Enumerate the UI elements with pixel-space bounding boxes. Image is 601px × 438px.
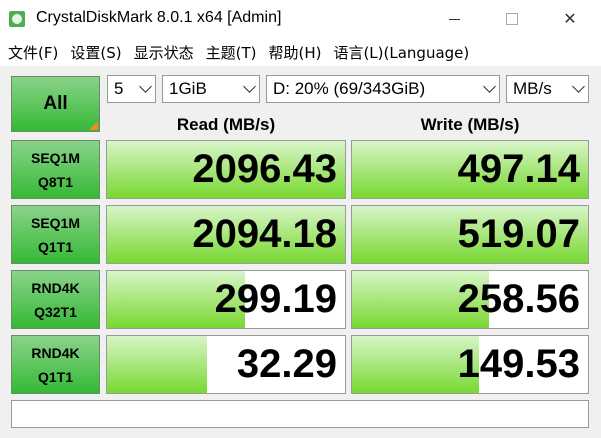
read-bar bbox=[107, 336, 207, 393]
all-button[interactable]: All bbox=[11, 76, 100, 132]
read-result-rnd4k-q1t1: 32.29 bbox=[106, 335, 346, 394]
read-header: Read (MB/s) bbox=[176, 115, 276, 134]
title-bar: CrystalDiskMark 8.0.1 x64 [Admin] ✕ bbox=[0, 0, 601, 38]
close-button[interactable]: ✕ bbox=[547, 0, 593, 38]
menu-display[interactable]: 显示状态 bbox=[130, 42, 198, 63]
chevron-down-icon bbox=[483, 80, 496, 93]
chevron-down-icon bbox=[243, 80, 256, 93]
menu-settings[interactable]: 设置(S) bbox=[66, 42, 125, 63]
read-value: 2096.43 bbox=[192, 147, 337, 191]
write-value: 258.56 bbox=[457, 277, 580, 321]
test-name-line2: Q1T1 bbox=[37, 238, 73, 255]
test-button-rnd4k-q32t1[interactable]: RND4K Q32T1 bbox=[11, 270, 100, 329]
app-icon bbox=[9, 11, 25, 27]
menu-file[interactable]: 文件(F) bbox=[4, 42, 62, 63]
read-result-seq1m-q8t1: 2096.43 bbox=[106, 140, 346, 199]
minimize-button[interactable] bbox=[431, 0, 477, 38]
chevron-down-icon bbox=[139, 80, 152, 93]
test-name-line2: Q8T1 bbox=[37, 173, 73, 190]
write-result-rnd4k-q32t1: 258.56 bbox=[351, 270, 589, 329]
read-value: 32.29 bbox=[236, 342, 337, 386]
maximize-button[interactable] bbox=[489, 0, 535, 38]
corner-marker-icon bbox=[89, 121, 98, 130]
menu-language[interactable]: 语言(L)(Language) bbox=[329, 42, 473, 63]
test-name-line1: RND4K bbox=[31, 279, 80, 296]
comment-input[interactable] bbox=[11, 400, 589, 428]
test-name-line1: SEQ1M bbox=[30, 149, 80, 166]
close-icon: ✕ bbox=[563, 11, 577, 28]
menu-help[interactable]: 帮助(H) bbox=[264, 42, 325, 63]
maximize-icon bbox=[506, 13, 518, 25]
menu-theme[interactable]: 主题(T) bbox=[202, 42, 261, 63]
test-button-rnd4k-q1t1[interactable]: RND4K Q1T1 bbox=[11, 335, 100, 394]
write-result-seq1m-q8t1: 497.14 bbox=[351, 140, 589, 199]
drive-select[interactable]: D: 20% (69/343GiB) bbox=[266, 75, 500, 103]
test-name-line2: Q1T1 bbox=[37, 368, 73, 385]
drive-select-value: D: 20% (69/343GiB) bbox=[273, 79, 426, 98]
test-button-seq1m-q1t1[interactable]: SEQ1M Q1T1 bbox=[11, 205, 100, 264]
write-header: Write (MB/s) bbox=[420, 115, 520, 134]
read-value: 299.19 bbox=[214, 277, 337, 321]
unit-select[interactable]: MB/s bbox=[506, 75, 589, 103]
window-title: CrystalDiskMark 8.0.1 x64 [Admin] bbox=[36, 9, 282, 26]
write-result-seq1m-q1t1: 519.07 bbox=[351, 205, 589, 264]
menu-bar: 文件(F) 设置(S) 显示状态 主题(T) 帮助(H) 语言(L)(Langu… bbox=[0, 38, 601, 66]
all-button-label: All bbox=[43, 93, 68, 114]
test-name-line1: SEQ1M bbox=[30, 214, 80, 231]
test-name-line2: Q32T1 bbox=[34, 303, 77, 320]
test-button-seq1m-q8t1[interactable]: SEQ1M Q8T1 bbox=[11, 140, 100, 199]
read-result-rnd4k-q32t1: 299.19 bbox=[106, 270, 346, 329]
count-select-value: 5 bbox=[114, 79, 124, 98]
read-value: 2094.18 bbox=[192, 212, 337, 256]
write-value: 497.14 bbox=[457, 147, 580, 191]
size-select-value: 1GiB bbox=[169, 79, 207, 98]
chevron-down-icon bbox=[572, 80, 585, 93]
count-select[interactable]: 5 bbox=[107, 75, 156, 103]
write-result-rnd4k-q1t1: 149.53 bbox=[351, 335, 589, 394]
write-value: 519.07 bbox=[457, 212, 580, 256]
size-select[interactable]: 1GiB bbox=[162, 75, 260, 103]
minimize-icon bbox=[448, 18, 460, 20]
write-value: 149.53 bbox=[457, 342, 580, 386]
unit-select-value: MB/s bbox=[513, 79, 552, 98]
test-name-line1: RND4K bbox=[31, 344, 80, 361]
read-result-seq1m-q1t1: 2094.18 bbox=[106, 205, 346, 264]
